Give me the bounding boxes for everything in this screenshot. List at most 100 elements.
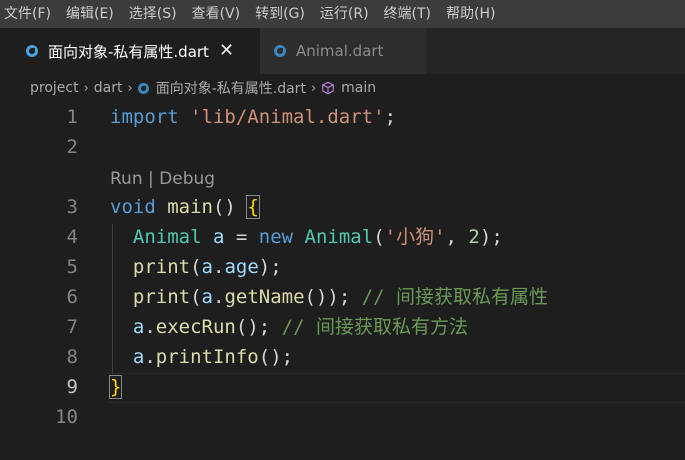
code-line[interactable]: 10 — [0, 402, 685, 432]
code-token: ); — [258, 256, 282, 278]
code-token: void — [110, 196, 156, 218]
line-number: 3 — [66, 196, 78, 218]
code-token: // 间接获取私有方法 — [281, 316, 468, 338]
code-token: 2 — [468, 226, 480, 248]
menu-view[interactable]: 查看(V) — [186, 0, 250, 28]
code-token: a — [201, 286, 213, 308]
code-line[interactable]: 7 a.execRun(); // 间接获取私有方法 — [0, 312, 685, 342]
line-number: 9 — [66, 376, 78, 398]
menu-selection[interactable]: 选择(S) — [123, 0, 186, 28]
editor-tab-bar: 面向对象-私有属性.dart ✕ Animal.dart — [0, 28, 685, 74]
code-token: main — [167, 196, 213, 218]
code-token: ( — [190, 256, 202, 278]
code-token: // 间接获取私有属性 — [361, 286, 549, 308]
code-token: , — [445, 226, 469, 248]
tab-label: Animal.dart — [296, 42, 384, 60]
menu-go[interactable]: 转到(G) — [249, 0, 314, 28]
code-token: ( — [373, 226, 385, 248]
code-line[interactable]: 5 print(a.age); — [0, 252, 685, 282]
breadcrumb-item-dart[interactable]: dart — [94, 80, 123, 96]
code-line[interactable]: 2 — [0, 132, 685, 162]
code-token: ); — [479, 226, 503, 248]
code-token: (); — [235, 316, 282, 338]
code-token: Animal — [304, 226, 374, 248]
dart-file-icon — [26, 45, 38, 57]
code-token: '小狗' — [384, 226, 446, 248]
breadcrumb-item-file[interactable]: 面向对象-私有属性.dart — [156, 78, 306, 98]
code-text: Animal a = new Animal('小狗', 2); — [110, 222, 503, 252]
tab-label: 面向对象-私有属性.dart — [48, 42, 209, 61]
code-line[interactable]: 8 a.printInfo(); — [0, 342, 685, 372]
code-token: print — [132, 286, 191, 308]
line-number: 6 — [66, 286, 78, 308]
code-token: new — [258, 226, 294, 248]
menu-run[interactable]: 运行(R) — [314, 0, 378, 28]
code-token: = — [224, 226, 259, 248]
code-line[interactable]: 4 Animal a = new Animal('小狗', 2); — [0, 222, 685, 252]
code-token: ()); — [304, 286, 362, 308]
menu-help[interactable]: 帮助(H) — [440, 0, 504, 28]
code-token: } — [108, 375, 123, 399]
breadcrumb: project › dart › 面向对象-私有属性.dart › main — [0, 74, 685, 102]
code-line[interactable]: 3 void main() { — [0, 192, 685, 222]
line-number: 5 — [66, 256, 78, 278]
dart-file-icon — [274, 45, 286, 57]
code-token: 'lib/Animal.dart' — [190, 106, 385, 128]
code-line[interactable]: 1 import 'lib/Animal.dart'; — [0, 102, 685, 132]
code-line[interactable]: 9} — [0, 372, 685, 402]
breadcrumb-item-main[interactable]: main — [341, 80, 376, 96]
code-token: printInfo — [155, 346, 259, 368]
menu-edit[interactable]: 编辑(E) — [60, 0, 123, 28]
line-number: 2 — [66, 136, 78, 158]
menu-terminal[interactable]: 终端(T) — [378, 0, 440, 28]
codelens: Run | Debug — [110, 164, 215, 194]
code-token: . — [213, 286, 225, 308]
code-token: a — [132, 346, 145, 368]
code-line[interactable]: 6 print(a.getName()); // 间接获取私有属性 — [0, 282, 685, 312]
code-token: ; — [384, 106, 397, 128]
close-icon[interactable]: ✕ — [219, 42, 234, 60]
code-token: () — [212, 196, 248, 218]
chevron-right-icon: › — [83, 80, 89, 96]
chevron-right-icon: › — [127, 80, 133, 96]
dart-file-icon — [137, 82, 149, 94]
tab-animal-dart[interactable]: Animal.dart — [260, 28, 426, 74]
codelens-run-link[interactable]: Run — [110, 169, 143, 189]
method-cube-icon — [322, 81, 334, 95]
code-token: ( — [190, 286, 202, 308]
codelens-separator: | — [142, 169, 160, 189]
codelens-debug-link[interactable]: Debug — [159, 169, 215, 189]
code-token: execRun — [155, 316, 236, 338]
line-number: 7 — [66, 316, 78, 338]
tab-private-attributes-dart[interactable]: 面向对象-私有属性.dart ✕ — [0, 28, 260, 74]
code-text: print(a.getName()); // 间接获取私有属性 — [110, 282, 548, 312]
code-text: a.execRun(); // 间接获取私有方法 — [110, 312, 468, 342]
code-token: getName — [224, 286, 305, 308]
code-text: a.printInfo(); — [110, 342, 293, 372]
code-token: . — [144, 316, 156, 338]
menu-file[interactable]: 文件(F) — [0, 0, 60, 28]
code-text: void main() { — [110, 192, 260, 222]
code-token: a — [132, 316, 145, 338]
code-text: } — [108, 372, 123, 402]
line-number: 4 — [66, 226, 78, 248]
menu-bar: 文件(F) 编辑(E) 选择(S) 查看(V) 转到(G) 运行(R) 终端(T… — [0, 0, 685, 28]
chevron-right-icon: › — [310, 80, 317, 96]
code-token: a — [212, 226, 225, 248]
code-token: age — [224, 256, 259, 278]
code-token: Animal — [132, 226, 202, 248]
breadcrumb-item-project[interactable]: project — [30, 80, 79, 96]
code-token: (); — [258, 346, 294, 368]
code-token: { — [246, 195, 260, 219]
code-text: import 'lib/Animal.dart'; — [110, 102, 396, 132]
code-editor[interactable]: Run | Debug 1 import 'lib/Animal.dart'; 2 3 v… — [0, 102, 685, 460]
code-token: . — [213, 256, 225, 278]
